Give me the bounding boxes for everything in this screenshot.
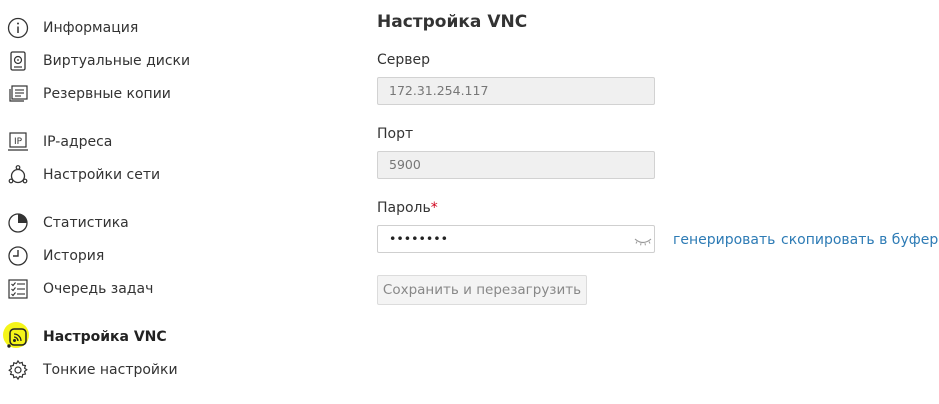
password-field[interactable]: •••••••• [377,225,655,253]
server-field[interactable]: 172.31.254.117 [377,77,655,105]
generate-password-link[interactable]: генерировать [673,232,775,248]
clock-icon [6,244,30,268]
port-field[interactable]: 5900 [377,151,655,179]
vnc-icon [3,322,30,349]
sidebar-item-network-settings[interactable]: Настройки сети [6,160,306,190]
save-and-reboot-button[interactable]: Сохранить и перезагрузить [377,275,587,305]
svg-text:IP: IP [14,137,23,147]
port-label: Порт [377,126,414,142]
network-icon [6,163,30,187]
sidebar-item-label: Настройка VNC [43,329,167,345]
password-label-text: Пароль [377,200,431,216]
sidebar-item-vnc-settings[interactable]: Настройка VNC [3,322,306,352]
sidebar-item-label: Очередь задач [43,281,154,297]
sidebar-item-task-queue[interactable]: Очередь задач [6,274,306,304]
sidebar-item-label: Настройки сети [43,167,161,183]
sidebar-item-statistics[interactable]: Статистика [6,208,306,238]
page-title: Настройка VNC [377,12,528,32]
sidebar: Информация Виртуальные диски Резервные к… [0,0,340,404]
disk-icon [6,49,30,73]
backup-icon [6,82,30,106]
sidebar-item-ip-addresses[interactable]: IP IP-адреса [6,127,306,157]
sidebar-item-label: Информация [43,20,139,36]
sidebar-item-virtual-disks[interactable]: Виртуальные диски [6,46,306,76]
sidebar-item-label: Виртуальные диски [43,53,191,69]
sidebar-item-label: Статистика [43,215,129,231]
sidebar-item-label: Резервные копии [43,86,171,102]
ip-icon: IP [6,130,30,154]
copy-to-clipboard-link[interactable]: скопировать в буфер [781,232,938,248]
hidden-eye-icon[interactable] [633,233,653,247]
pie-chart-icon [6,211,30,235]
gear-icon [6,358,30,382]
info-icon [6,16,30,40]
sidebar-item-label: Тонкие настройки [43,362,178,378]
required-mark: * [430,200,438,216]
sidebar-item-label: История [43,248,105,264]
sidebar-item-history[interactable]: История [6,241,306,271]
server-label: Сервер [377,52,431,68]
sidebar-item-info[interactable]: Информация [6,13,306,43]
task-list-icon [6,277,30,301]
sidebar-item-label: IP-адреса [43,134,113,150]
sidebar-item-backups[interactable]: Резервные копии [6,79,306,109]
password-label: Пароль* [377,200,438,216]
sidebar-item-fine-settings[interactable]: Тонкие настройки [6,355,306,385]
